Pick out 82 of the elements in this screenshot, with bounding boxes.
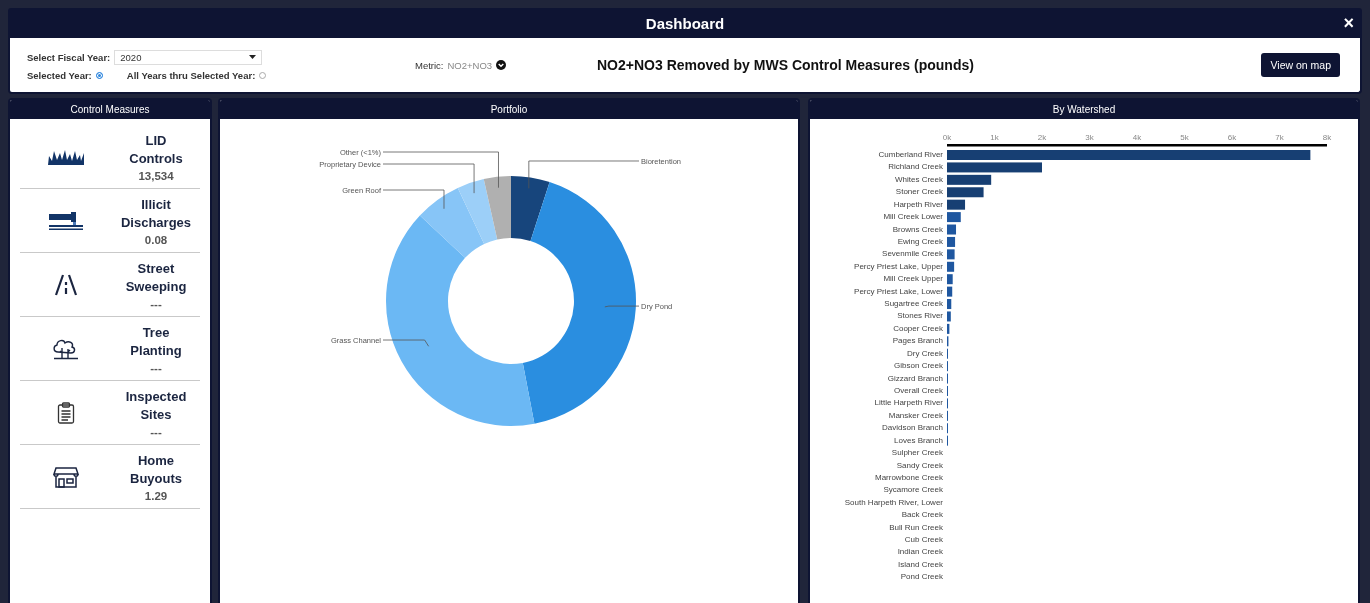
category-label: Percy Priest Lake, Lower (854, 286, 943, 296)
window-title: Dashboard (645, 14, 725, 32)
category-label: Whites Creek (895, 174, 943, 184)
category-label: Gibson Creek (894, 361, 943, 371)
category-label: Pond Creek (900, 572, 943, 582)
category-label: Sandy Creek (896, 460, 943, 470)
tick-label: 2k (1037, 133, 1047, 142)
tick-label: 0k (942, 133, 952, 142)
category-label: Cub Creek (904, 535, 943, 544)
measure-value: 13,534 (138, 169, 174, 182)
category-label: Cooper Creek (893, 323, 943, 333)
measure-value: --- (150, 297, 162, 310)
category-label: Harpeth River (893, 199, 943, 209)
measure-name: Inspected Sites (124, 387, 188, 424)
category-label: Mill Creek Lower (883, 212, 943, 222)
category-label: Percy Priest Lake, Upper (854, 261, 943, 271)
tick-label: 7k (1275, 133, 1284, 142)
close-button[interactable]: × (1343, 14, 1354, 32)
fiscal-year-dropdown[interactable]: 2020 (114, 49, 263, 65)
category-label: Loves Branch (894, 435, 943, 445)
panel-header: Control Measures (10, 100, 210, 119)
category-label: Richland Creek (888, 162, 943, 172)
measure-name: Illicit Discharges (119, 195, 193, 232)
category-label: Mill Creek Upper (883, 274, 943, 284)
metric-label: Metric: (415, 59, 444, 71)
mode-label: Selected Year: (27, 69, 92, 81)
category-label: Davidson Branch (882, 423, 943, 433)
category-label: Gizzard Branch (887, 373, 943, 383)
tick-label: 4k (1132, 133, 1142, 142)
storefront-icon (53, 465, 79, 488)
view-on-map-button[interactable]: View on map (1261, 53, 1340, 77)
bar (947, 212, 961, 223)
mode-label: All Years thru Selected Year: (126, 69, 256, 81)
bar (947, 224, 957, 235)
measure-value: 1.29 (144, 489, 168, 502)
caret-icon (249, 55, 257, 59)
category-label: Stones River (897, 311, 943, 321)
category-label: Browns Creek (892, 224, 943, 234)
tick-label: 3k (1085, 133, 1094, 142)
category-label: Stoner Creek (895, 187, 943, 197)
category-label: Sycamore Creek (883, 485, 943, 495)
category-label: Mansker Creek (888, 410, 943, 420)
tick-label: 1k (990, 133, 999, 142)
measure-name: Home Buyouts (129, 451, 183, 488)
category-label: Sevenmile Creek (882, 249, 943, 259)
category-label: Sugartree Creek (884, 299, 943, 309)
fiscal-year-label: Select Fiscal Year: (27, 51, 111, 63)
category-label: South Harpeth River, Lower (844, 497, 943, 507)
tick-label: 6k (1227, 133, 1237, 142)
measure-name: Street Sweeping (124, 259, 188, 296)
dropdown-circle-icon[interactable] (496, 60, 507, 70)
category-label: Pages Branch (892, 336, 943, 346)
category-label: Bull Run Creek (889, 522, 943, 532)
measure-value: --- (150, 425, 162, 438)
panel-header: Portfolio (220, 100, 798, 119)
radio-button[interactable] (95, 71, 103, 79)
bar (947, 236, 956, 247)
category-label: Cumberland River (878, 150, 943, 159)
category-label: Dry Creek (907, 348, 943, 358)
category-label: Sulpher Creek (891, 448, 943, 458)
measure-value: --- (150, 361, 162, 374)
tick-label: 5k (1180, 133, 1189, 142)
category-label: Overall Creek (894, 386, 943, 395)
pipe-outfall-icon (47, 210, 85, 231)
dashboard-heading: NO2+NO3 Removed by MWS Control Measures (pounds) (597, 57, 974, 73)
measure-name: LID Controls (128, 131, 184, 168)
category-label: Indian Creek (897, 547, 943, 557)
category-label: Marrowbone Creek (874, 472, 943, 482)
tree-icon (52, 337, 80, 360)
clipboard-icon (57, 401, 75, 424)
category-label: Back Creek (901, 510, 943, 520)
panel-header: By Watershed (810, 100, 1358, 119)
leader-line (604, 305, 640, 308)
category-label: Island Creek (898, 559, 943, 569)
tick-label: 8k (1322, 133, 1332, 142)
category-label: Little Harpeth River (874, 398, 943, 408)
metric-value: NO2+NO3 (447, 59, 493, 71)
category-label: Ewing Creek (897, 236, 943, 246)
measure-value: 0.08 (144, 233, 168, 246)
measure-name: Tree Planting (129, 323, 183, 360)
road-icon (54, 273, 78, 296)
leader-line (382, 339, 430, 347)
